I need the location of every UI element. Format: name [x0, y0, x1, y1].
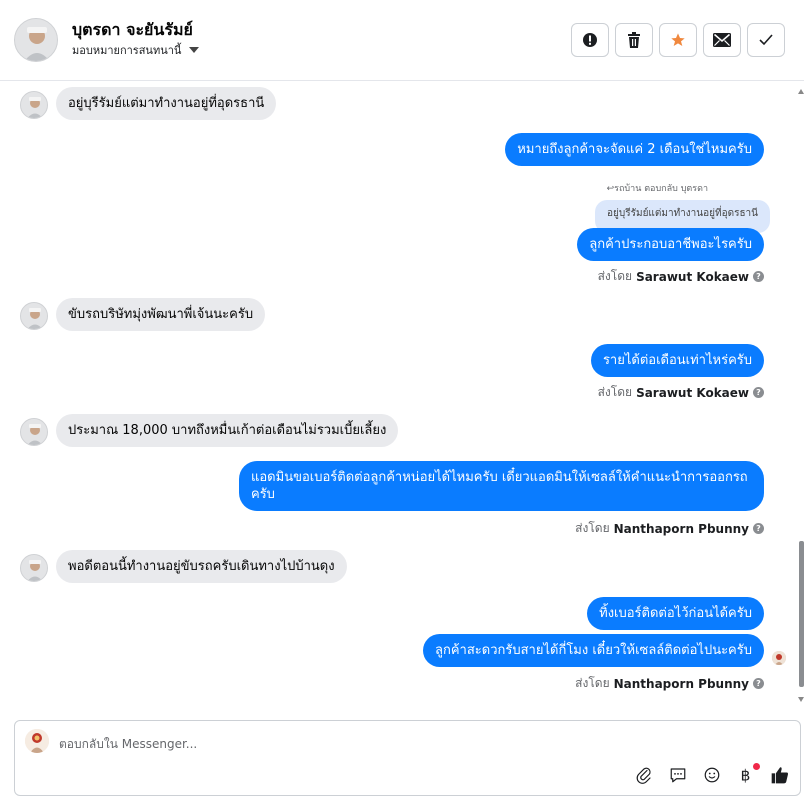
delete-button[interactable]	[615, 23, 653, 57]
saved-reply-icon	[670, 768, 686, 783]
saved-reply-button[interactable]	[668, 765, 688, 785]
trash-icon	[628, 32, 640, 48]
star-icon	[671, 33, 685, 46]
composer-tools: ฿	[634, 763, 790, 785]
mark-unread-button[interactable]	[703, 23, 741, 57]
sent-by: ส่งโดย Nanthaporn Pbunny ?	[575, 519, 764, 538]
header-actions	[571, 23, 785, 57]
mail-icon	[713, 33, 731, 47]
help-icon[interactable]: ?	[753, 271, 764, 282]
contact-avatar[interactable]	[14, 18, 58, 62]
check-icon	[759, 34, 773, 46]
incoming-message[interactable]: ประมาณ 18,000 บาทถึงหมื่นเก้าต่อเดือนไม่…	[56, 414, 399, 447]
outgoing-message[interactable]: รายได้ต่อเดือนเท่าไหร่ครับ	[590, 344, 764, 377]
outgoing-message[interactable]: ลูกค้าสะดวกรับสายได้กี่โมง เดี๋ยวให้เซลล…	[423, 634, 764, 667]
contact-name[interactable]: บุตรดา จะยันรัมย์	[72, 18, 193, 43]
page-avatar	[25, 729, 49, 753]
attach-button[interactable]	[634, 765, 654, 785]
caret-down-icon	[189, 47, 200, 53]
mark-done-button[interactable]	[747, 23, 785, 57]
sent-by: ส่งโดย Nanthaporn Pbunny ?	[575, 674, 764, 693]
outgoing-message[interactable]: แอดมินขอเบอร์ติดต่อลูกค้าหน่อยได้ไหมครับ…	[239, 461, 764, 511]
message-list[interactable]: อยู่บุรีรัมย์แต่มาทำงานอยู่ที่อุดรธานี ห…	[0, 81, 798, 706]
help-icon[interactable]: ?	[753, 387, 764, 398]
payment-button[interactable]: ฿	[736, 763, 760, 785]
emoji-button[interactable]	[702, 765, 722, 785]
contact-avatar-small	[20, 91, 48, 119]
reply-input[interactable]: ตอบกลับใน Messenger...	[59, 735, 197, 754]
like-icon	[771, 767, 788, 784]
incoming-message[interactable]: พอดีตอนนี้ทำงานอยู่ขับรถครับเดินทางไปบ้า…	[56, 550, 347, 583]
help-icon[interactable]: ?	[753, 523, 764, 534]
conversation-header: บุตรดา จะยันรัมย์ มอบหมายการสนทนานี้	[0, 0, 804, 81]
svg-text:฿: ฿	[741, 766, 751, 784]
scroll-up-arrow-icon[interactable]	[798, 89, 804, 94]
contact-avatar-small	[20, 302, 48, 330]
help-icon[interactable]: ?	[753, 678, 764, 689]
incoming-message[interactable]: อยู่บุรีรัมย์แต่มาทำงานอยู่ที่อุดรธานี	[56, 87, 277, 120]
reply-meta: ↩รถบ้าน ตอบกลับ บุตรดา	[606, 184, 708, 194]
like-button[interactable]	[770, 765, 790, 785]
attach-icon	[636, 767, 651, 784]
scrollbar-thumb[interactable]	[799, 541, 804, 687]
assign-conversation-dropdown[interactable]: มอบหมายการสนทนานี้	[72, 41, 200, 59]
contact-avatar-small	[20, 554, 48, 582]
star-button[interactable]	[659, 23, 697, 57]
outgoing-message[interactable]: หมายถึงลูกค้าจะจัดแค่ 2 เดือนใช่ไหมครับ	[505, 133, 764, 166]
outgoing-message[interactable]: ลูกค้าประกอบอาชีพอะไรครับ	[577, 228, 764, 261]
outgoing-message[interactable]: ทิ้งเบอร์ติดต่อไว้ก่อนได้ครับ	[587, 597, 764, 630]
reply-arrow-icon: ↩	[606, 184, 615, 194]
sent-by: ส่งโดย Sarawut Kokaew ?	[598, 383, 764, 402]
notification-dot	[753, 763, 760, 770]
scroll-down-arrow-icon[interactable]	[798, 697, 804, 702]
contact-avatar-small	[20, 418, 48, 446]
payment-icon: ฿	[741, 766, 751, 784]
incoming-message[interactable]: ขับรถบริษัทมุ่งพัฒนาพี่เจ้นนะครับ	[56, 298, 266, 331]
sent-by: ส่งโดย Sarawut Kokaew ?	[598, 267, 764, 286]
assign-label: มอบหมายการสนทนานี้	[72, 44, 182, 57]
emoji-icon	[704, 767, 720, 783]
spam-icon	[583, 33, 597, 47]
seen-avatar	[772, 651, 786, 665]
scrollbar[interactable]	[798, 81, 804, 706]
mark-spam-button[interactable]	[571, 23, 609, 57]
reply-composer[interactable]: ตอบกลับใน Messenger... ฿	[14, 720, 801, 796]
